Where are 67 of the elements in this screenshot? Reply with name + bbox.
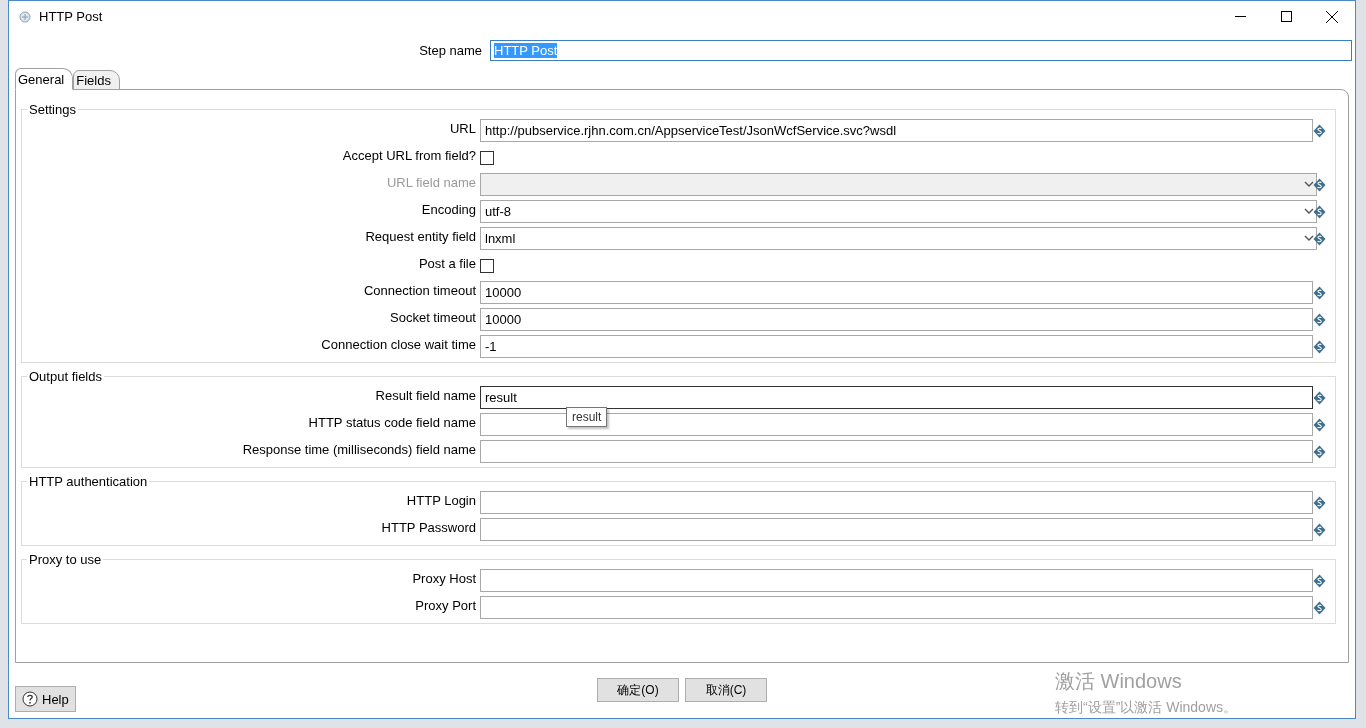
variable-icon	[1313, 495, 1326, 510]
help-button[interactable]: Help	[15, 686, 76, 712]
dropdown-field[interactable]: utf-8	[480, 200, 1317, 223]
field-label: Proxy Host	[411, 570, 477, 586]
variable-icon	[1313, 312, 1326, 327]
text-field[interactable]: 10000	[480, 308, 1313, 331]
field-label: Request entity field	[364, 228, 477, 244]
field-label: URL field name	[385, 174, 477, 190]
text-field[interactable]	[480, 491, 1313, 514]
tooltip: result	[566, 407, 608, 427]
field-label: HTTP Password	[380, 519, 477, 535]
text-field[interactable]: http://pubservice.rjhn.com.cn/AppserviceTest/JsonWcfService.svc?wsdl	[480, 119, 1313, 142]
variable-icon	[1313, 522, 1326, 537]
text-field[interactable]: 10000	[480, 281, 1313, 304]
tab[interactable]: General	[15, 68, 74, 90]
variable-icon	[1313, 339, 1326, 354]
text-field[interactable]: -1	[480, 335, 1313, 358]
group-title: Output fields	[28, 369, 103, 384]
field-label: URL	[449, 120, 477, 136]
group-title: Settings	[28, 102, 77, 117]
activation-title: 激活 Windows	[1055, 669, 1183, 694]
field-label: HTTP status code field name	[307, 414, 477, 430]
maximize-icon	[1280, 11, 1292, 22]
field-label: Post a file	[417, 255, 477, 271]
field-label: Proxy Port	[414, 597, 477, 613]
variable-icon	[1313, 204, 1326, 219]
chevron-down-icon	[1304, 235, 1314, 242]
variable-icon	[1313, 417, 1326, 432]
field-label: Connection close wait time	[320, 336, 477, 352]
close-icon	[1326, 10, 1338, 23]
app-icon	[19, 10, 31, 23]
variable-icon	[1313, 285, 1326, 300]
variable-icon	[1313, 444, 1326, 459]
field-label: Connection timeout	[363, 282, 477, 298]
field-label: HTTP Login	[405, 492, 477, 508]
dropdown-field[interactable]: lnxml	[480, 227, 1317, 250]
help-icon	[22, 691, 38, 707]
text-field[interactable]	[480, 440, 1313, 463]
field-label: Encoding	[420, 201, 477, 217]
tab[interactable]: Fields	[73, 70, 120, 90]
dialog-button[interactable]: 确定(O)	[597, 678, 679, 702]
step-name-label: Step name	[419, 43, 482, 58]
text-field[interactable]	[480, 413, 1313, 436]
text-field[interactable]	[480, 569, 1313, 592]
variable-icon	[1313, 573, 1326, 588]
minimize-icon	[1234, 15, 1246, 18]
variable-icon	[1313, 390, 1326, 405]
checkbox[interactable]	[480, 150, 494, 165]
field-label: Result field name	[374, 387, 477, 403]
group-title: Proxy to use	[28, 552, 103, 567]
field-label: Accept URL from field?	[341, 147, 477, 163]
variable-icon	[1313, 600, 1326, 615]
field-label: Response time (milliseconds) field name	[241, 441, 477, 457]
chevron-down-icon	[1304, 208, 1314, 215]
variable-icon	[1313, 231, 1326, 246]
chevron-down-icon	[1304, 181, 1314, 188]
text-field[interactable]: result	[480, 386, 1313, 409]
variable-icon	[1313, 123, 1326, 138]
variable-icon	[1313, 177, 1326, 192]
field-label: Socket timeout	[389, 309, 477, 325]
group-title: HTTP authentication	[28, 474, 149, 489]
checkbox[interactable]	[480, 258, 494, 273]
activation-text: 转到“设置”以激活 Windows。	[1055, 699, 1237, 717]
dialog-button[interactable]: 取消(C)	[685, 678, 767, 702]
text-field[interactable]	[480, 596, 1313, 619]
window-title: HTTP Post	[39, 9, 104, 24]
text-field[interactable]	[480, 518, 1313, 541]
